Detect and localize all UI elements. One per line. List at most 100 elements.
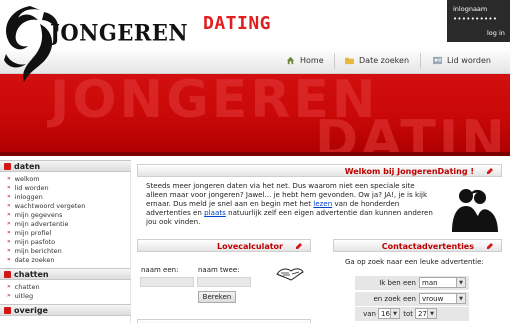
next-panel-header — [137, 319, 311, 323]
heart-icon — [4, 306, 11, 314]
sidebar-item-label: inloggen — [14, 192, 43, 201]
sidebar-item-label: wachtwoord vergeten — [14, 201, 86, 210]
lovecalc-panel-header: Lovecalculator — [137, 239, 311, 252]
sidebar-item-chatten[interactable]: » chatten — [7, 282, 130, 291]
bullet-icon: » — [7, 211, 11, 218]
sidebar-item-label: date zoeken — [14, 255, 55, 264]
nav-divider — [420, 53, 421, 69]
van-label: van — [363, 310, 376, 318]
bullet-icon: » — [7, 184, 11, 191]
link-plaats[interactable]: plaats — [204, 208, 226, 217]
lovecalc-title: Lovecalculator — [217, 242, 283, 251]
banner-shadow — [0, 152, 510, 156]
bullet-icon: » — [7, 220, 11, 227]
welcome-panel-header: Welkom bij JongerenDating ! — [137, 164, 502, 177]
sidebar-item-mijn-advertentie[interactable]: » mijn advertentie — [7, 219, 130, 228]
dropdown-arrow-icon: ▼ — [390, 309, 399, 318]
name2-input[interactable] — [197, 277, 251, 287]
nav-date-zoeken[interactable]: Date zoeken — [345, 56, 409, 65]
nav-divider — [334, 53, 335, 69]
zoek-label: en zoek een — [373, 295, 416, 303]
bereken-button[interactable]: Bereken — [198, 291, 236, 303]
name1-label: naam een: — [141, 266, 179, 274]
sidebar-item-label: mijn profiel — [14, 228, 52, 237]
sidebar: daten » welkom » lid worden » inloggen » wac… — [0, 160, 131, 323]
sidebar-item-label: uitleg — [14, 291, 34, 300]
sidebar-list-chatten: » chatten » uitleg — [0, 280, 130, 304]
sidebar-heading-label: overige — [14, 305, 48, 315]
sidebar-item-welkom[interactable]: » welkom — [7, 174, 130, 183]
bullet-icon: » — [7, 202, 11, 209]
sidebar-item-label: mijn advertentie — [14, 219, 69, 228]
name2-label: naam twee: — [198, 266, 240, 274]
sidebar-item-label: welkom — [14, 174, 40, 183]
nav-lid-worden-label: Lid worden — [447, 56, 491, 65]
bullet-icon: » — [7, 238, 11, 245]
sidebar-item-label: lid worden — [14, 183, 49, 192]
seek-gender-select[interactable]: vrouw ▼ — [419, 293, 466, 304]
age-to-select[interactable]: 27 ▼ — [415, 308, 437, 319]
sidebar-item-lid-worden[interactable]: » lid worden — [7, 183, 130, 192]
welcome-title: Welkom bij JongerenDating ! — [344, 167, 474, 176]
login-box: inlognaam •••••••••• log in — [447, 0, 510, 42]
heart-icon — [4, 162, 11, 170]
bullet-icon: » — [7, 229, 11, 236]
password-field[interactable]: •••••••••• — [453, 15, 497, 23]
nav-home[interactable]: Home — [286, 56, 324, 65]
name1-input[interactable] — [140, 277, 194, 287]
sidebar-heading-label: chatten — [14, 269, 49, 279]
sidebar-item-uitleg[interactable]: » uitleg — [7, 291, 130, 300]
age-from-value: 16 — [381, 309, 390, 318]
sidebar-item-label: mijn pasfoto — [14, 237, 56, 246]
sidebar-item-label: chatten — [14, 282, 40, 291]
bullet-icon: » — [7, 175, 11, 182]
sidebar-item-mijn-profiel[interactable]: » mijn profiel — [7, 228, 130, 237]
bullet-icon: » — [7, 256, 11, 263]
gender-select-value: man — [422, 278, 438, 287]
sidebar-item-label: mijn berichten — [14, 246, 62, 255]
sidebar-heading-overige: overige — [0, 304, 131, 316]
welcome-text: Steeds meer jongeren daten via het net. … — [146, 181, 436, 226]
bullet-icon: » — [7, 193, 11, 200]
contact-title: Contactadvertenties — [381, 242, 474, 251]
bullet-icon: » — [7, 247, 11, 254]
gender-select[interactable]: man ▼ — [419, 277, 466, 288]
dropdown-arrow-icon: ▼ — [456, 294, 465, 303]
sidebar-item-date-zoeken[interactable]: » date zoeken — [7, 255, 130, 264]
sidebar-item-label: mijn gegevens — [14, 210, 63, 219]
user-card-icon — [433, 56, 442, 65]
sidebar-item-mijn-gegevens[interactable]: » mijn gegevens — [7, 210, 130, 219]
house-icon — [286, 56, 295, 65]
sidebar-list-daten: » welkom » lid worden » inloggen » wachtwoor… — [0, 172, 130, 268]
bullet-icon: » — [7, 283, 11, 290]
contact-panel-header: Contactadvertenties — [333, 239, 502, 252]
logo-wordmark: JONGEREN — [50, 19, 189, 46]
nav-home-label: Home — [300, 56, 324, 65]
seek-gender-select-value: vrouw — [422, 294, 444, 303]
header: JONGEREN DATING inlognaam •••••••••• log… — [0, 0, 510, 82]
pencil-icon — [487, 243, 493, 249]
link-lezen[interactable]: lezen — [313, 199, 332, 208]
pencil-icon — [487, 168, 493, 174]
folder-icon — [345, 57, 354, 65]
dropdown-arrow-icon: ▼ — [427, 309, 436, 318]
login-button[interactable]: log in — [487, 29, 505, 37]
username-field[interactable]: inlognaam — [453, 5, 487, 13]
heart-icon — [4, 270, 11, 278]
sidebar-heading-chatten: chatten — [0, 268, 131, 280]
sidebar-item-inloggen[interactable]: » inloggen — [7, 192, 130, 201]
contact-intro: Ga op zoek naar een leuke advertentie: — [345, 258, 484, 266]
sidebar-item-mijn-berichten[interactable]: » mijn berichten — [7, 246, 130, 255]
dropdown-arrow-icon: ▼ — [456, 278, 465, 287]
bullet-icon: » — [7, 292, 11, 299]
tot-label: tot — [403, 310, 413, 318]
hero-banner: JONGEREN DATING — [0, 74, 510, 152]
age-to-value: 27 — [418, 309, 427, 318]
logo-dating-text: DATING — [203, 13, 272, 34]
sidebar-item-wachtwoord-vergeten[interactable]: » wachtwoord vergeten — [7, 201, 130, 210]
ik-ben-label: Ik ben een — [379, 279, 416, 287]
age-from-select[interactable]: 16 ▼ — [378, 308, 400, 319]
nav-date-zoeken-label: Date zoeken — [359, 56, 410, 65]
nav-lid-worden[interactable]: Lid worden — [433, 56, 491, 65]
sidebar-item-mijn-pasfoto[interactable]: » mijn pasfoto — [7, 237, 130, 246]
